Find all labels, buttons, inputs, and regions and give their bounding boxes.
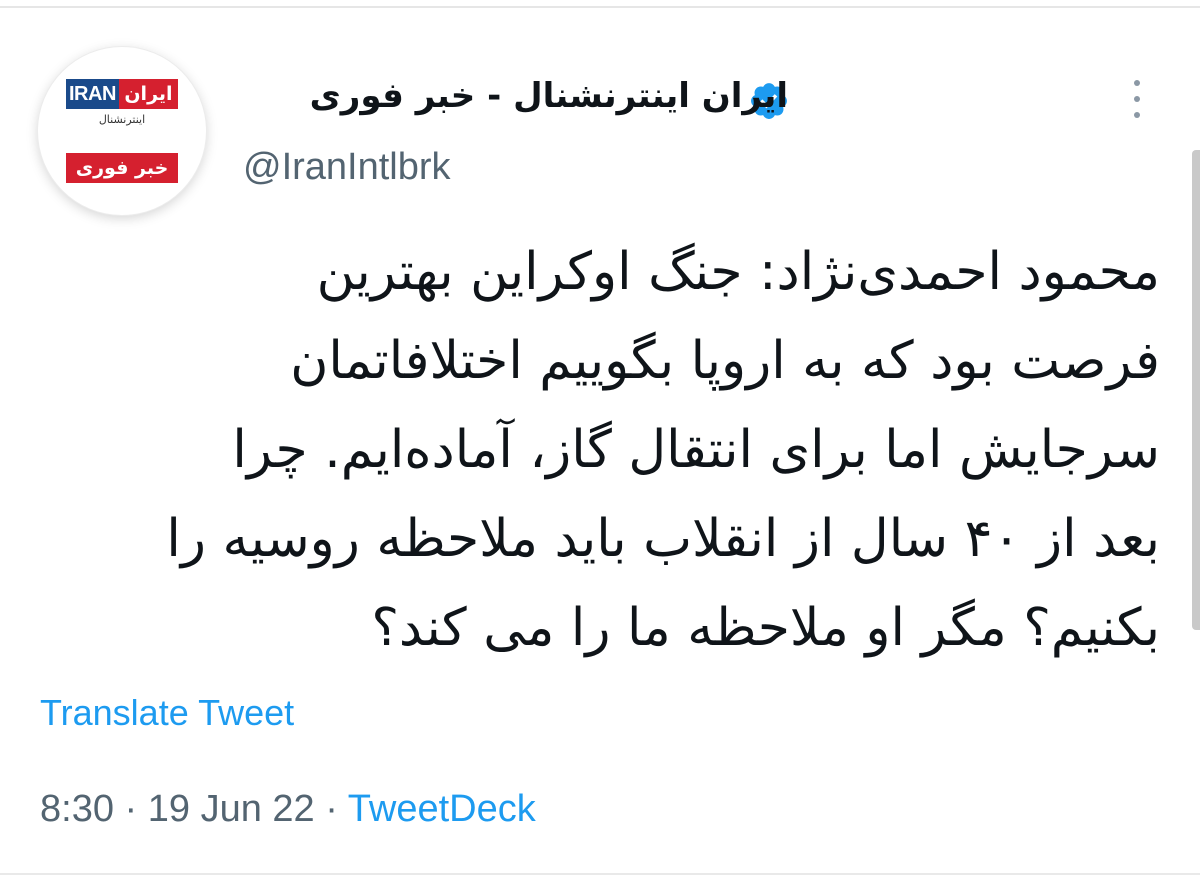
logo-text-fa: ایران: [118, 79, 178, 109]
meta-separator: ·: [113, 788, 148, 830]
tweet-line: فرصت بود که به اروپا بگوییم اختلافاتمان: [290, 331, 1160, 391]
logo-breaking-news: خبر فوری: [66, 153, 178, 183]
more-options-icon[interactable]: [1120, 76, 1154, 122]
logo-text-en: IRAN: [66, 79, 119, 109]
tweet-source-link[interactable]: TweetDeck: [348, 788, 536, 830]
more-dot: [1134, 96, 1140, 102]
tweet-date[interactable]: 19 Jun 22: [148, 788, 315, 830]
meta-separator: ·: [314, 788, 348, 830]
tweet-line: بکنیم؟ مگر او ملاحظه ما را می کند؟: [371, 598, 1160, 658]
top-divider: [0, 6, 1200, 8]
iran-international-logo: IRAN ایران: [66, 79, 178, 109]
scrollbar[interactable]: [1192, 150, 1200, 630]
more-dot: [1134, 80, 1140, 86]
author-display-name[interactable]: ایران اینترنشنال - خبر فوری: [310, 68, 788, 124]
tweet-text: محمود احمدی‌نژاد: جنگ اوکراین بهترین فرص…: [35, 228, 1160, 673]
translate-tweet-link[interactable]: Translate Tweet: [40, 690, 294, 736]
avatar[interactable]: IRAN ایران اینترنشنال خبر فوری: [38, 47, 206, 215]
tweet-line: سرجایش اما برای انتقال گاز، آماده‌ایم. چ…: [232, 420, 1160, 480]
tweet-time[interactable]: 8:30: [40, 788, 114, 830]
tweet-line: محمود احمدی‌نژاد: جنگ اوکراین بهترین: [316, 242, 1160, 302]
tweet-metadata: 8:30 · 19 Jun 22 · TweetDeck: [40, 784, 536, 834]
more-dot: [1134, 112, 1140, 118]
tweet-line: بعد از ۴۰ سال از انقلاب باید ملاحظه روسی…: [166, 509, 1160, 569]
logo-subtitle: اینترنشنال: [98, 113, 146, 126]
author-handle[interactable]: @IranIntlbrk: [243, 142, 451, 192]
bottom-divider: [0, 873, 1200, 875]
